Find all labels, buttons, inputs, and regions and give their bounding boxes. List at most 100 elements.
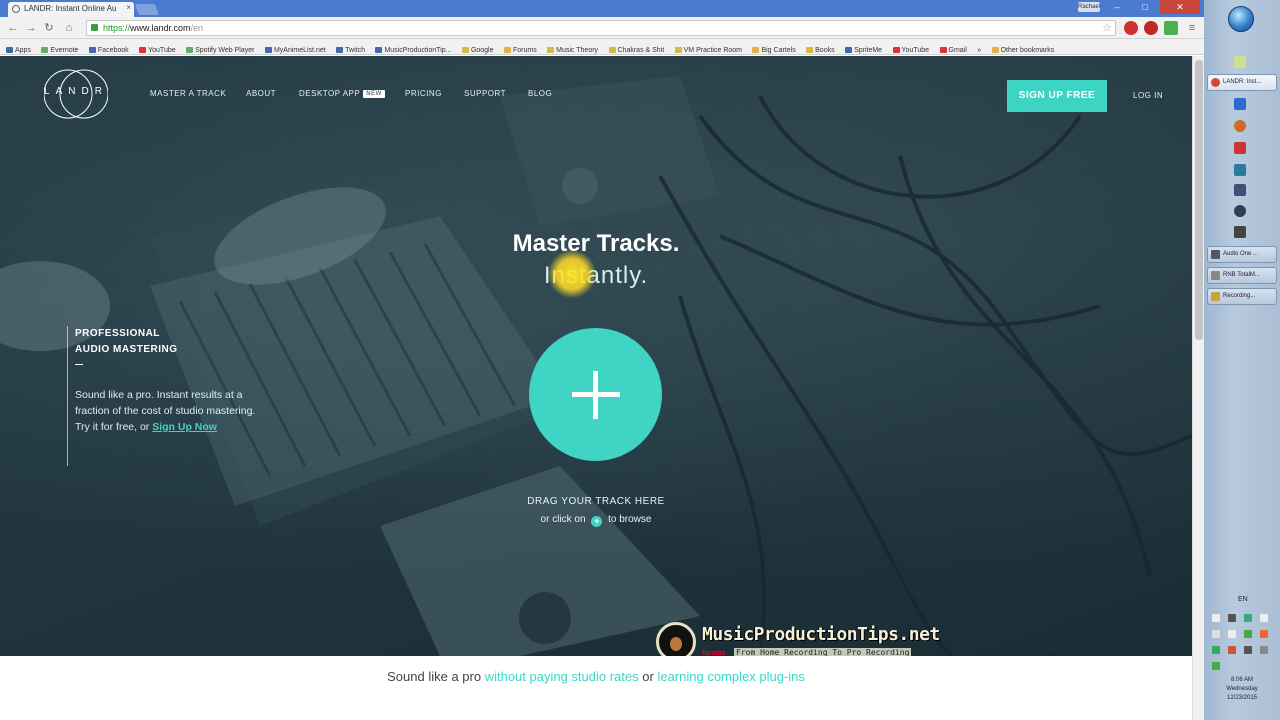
pinned-app-icon-5[interactable]	[1234, 184, 1246, 196]
nav-desktop-app[interactable]: DESKTOP APP NEW	[299, 89, 385, 98]
extension-icon-1[interactable]	[1124, 21, 1138, 35]
bookmark-chakras[interactable]: Chakras & Shit	[608, 43, 664, 54]
hero-headline: Master Tracks.	[512, 230, 680, 257]
bookmark-youtube[interactable]: YouTube	[139, 43, 176, 54]
pinned-app-icon-6[interactable]	[1234, 226, 1246, 238]
pinned-folder-icon[interactable]	[1234, 56, 1246, 68]
tray-icon-10[interactable]	[1228, 646, 1236, 654]
taskbar-item-recording[interactable]: Recording...	[1207, 288, 1277, 305]
extension-icon-2[interactable]	[1144, 21, 1158, 35]
pinned-app-icon-2[interactable]	[1234, 120, 1246, 132]
tray-icon-7[interactable]	[1244, 630, 1252, 638]
network-icon[interactable]	[1260, 646, 1268, 654]
address-bar[interactable]: https://www.landr.com/en	[86, 20, 1116, 36]
taskbar-item-rnb-totalm[interactable]: RNB TotalM...	[1207, 267, 1277, 284]
tray-icon-9[interactable]	[1212, 646, 1220, 654]
volume-icon[interactable]	[1244, 646, 1252, 654]
bookmark-vm-practice-room[interactable]: VM Practice Room	[674, 43, 742, 54]
bookmark-gmail[interactable]: Gmail	[939, 43, 967, 54]
browser-toolbar: ← → ↻ ⌂ https://www.landr.com/en ☆ ≡	[0, 17, 1204, 39]
reload-icon[interactable]: ↻	[42, 21, 56, 35]
tray-icon-2[interactable]	[1228, 614, 1236, 622]
forward-arrow-icon[interactable]: →	[24, 21, 38, 35]
close-window-button[interactable]: ✕	[1160, 0, 1200, 14]
extension-icon-3[interactable]	[1164, 21, 1178, 35]
menu-icon[interactable]: ≡	[1185, 21, 1199, 35]
nav-master-a-track[interactable]: MASTER A TRACK	[150, 89, 226, 98]
pinned-app-icon-4[interactable]	[1234, 164, 1246, 176]
bookmark-forums[interactable]: Forums	[503, 43, 537, 54]
windows-start-icon[interactable]	[1228, 6, 1254, 32]
intro-heading-line2: AUDIO MASTERING	[75, 344, 178, 355]
maximize-button[interactable]: □	[1132, 0, 1158, 14]
bookmark-apps[interactable]: Apps	[6, 43, 31, 54]
bookmark-spotify[interactable]: Spotify Web Player	[186, 43, 254, 54]
tab-title: LANDR: Instant Online Au	[24, 4, 117, 13]
tagline-highlight-2: learning complex plug-ins	[657, 669, 805, 684]
back-arrow-icon[interactable]: ←	[6, 21, 20, 35]
bookmark-big-cartels[interactable]: Big Cartels	[752, 43, 796, 54]
browse-plus-icon[interactable]: +	[591, 516, 603, 527]
new-tab-button[interactable]	[134, 4, 160, 15]
tray-icon-3[interactable]	[1244, 614, 1252, 622]
bookmark-star-icon[interactable]: ☆	[1100, 21, 1114, 35]
upload-track-button[interactable]	[529, 328, 662, 461]
bookmarks-bar: Apps Evernote Facebook YouTube Spotify W…	[0, 39, 1204, 55]
logo-wordmark: LANDR	[44, 86, 108, 97]
home-icon[interactable]: ⌂	[62, 21, 76, 35]
nav-support[interactable]: SUPPORT	[464, 89, 506, 98]
taskbar-clock[interactable]: 8:06 AM Wednesday 12/23/2015	[1208, 676, 1276, 703]
nav-desktop-app-label: DESKTOP APP	[299, 89, 361, 98]
url-host: www.landr.com	[130, 23, 191, 33]
lock-icon	[91, 24, 98, 31]
scrollbar-thumb[interactable]	[1195, 60, 1203, 340]
bookmark-musicproductiontips[interactable]: MusicProductionTip...	[375, 43, 451, 54]
tray-icon-4[interactable]	[1260, 614, 1268, 622]
profile-badge[interactable]: Rachael	[1078, 2, 1100, 12]
bookmark-myanimelist[interactable]: MyAnimeList.net	[264, 43, 326, 54]
tray-icon-11[interactable]	[1212, 662, 1220, 670]
bookmarks-overflow-button[interactable]: »	[977, 43, 981, 54]
tagline-part2: or	[642, 669, 654, 684]
tab-close-icon[interactable]: ×	[126, 3, 131, 12]
intro-body: Sound like a pro. Instant results at a f…	[75, 387, 257, 435]
tray-icon-8[interactable]	[1260, 630, 1268, 638]
bookmark-facebook[interactable]: Facebook	[88, 43, 129, 54]
tagline-part1: Sound like a pro	[387, 669, 482, 684]
bookmark-books[interactable]: Books	[806, 43, 835, 54]
pinned-app-icon-1[interactable]	[1234, 98, 1246, 110]
sign-up-now-link[interactable]: Sign Up Now	[152, 421, 217, 433]
bookmark-youtube-2[interactable]: YouTube	[892, 43, 929, 54]
landr-page: LANDR MASTER A TRACK ABOUT DESKTOP APP NE…	[0, 56, 1192, 720]
taskbar-item-audio-one[interactable]: Audio One ...	[1207, 246, 1277, 263]
bookmark-twitch[interactable]: Twitch	[336, 43, 365, 54]
nav-pricing[interactable]: PRICING	[405, 89, 442, 98]
bookmark-google[interactable]: Google	[461, 43, 494, 54]
log-in-link[interactable]: LOG IN	[1133, 91, 1163, 100]
url-scheme: https://	[103, 23, 131, 33]
bookmark-music-theory[interactable]: Music Theory	[547, 43, 598, 54]
browse-suffix: to browse	[608, 514, 652, 525]
minimize-button[interactable]: –	[1104, 0, 1130, 14]
taskbar-item-chrome[interactable]: LANDR: Inst...	[1207, 74, 1277, 91]
drag-track-label: DRAG YOUR TRACK HERE	[527, 496, 665, 507]
mouse-cursor-highlight	[548, 250, 596, 298]
new-badge: NEW	[363, 90, 385, 98]
bookmark-spriteme[interactable]: SpriteMe	[845, 43, 882, 54]
language-indicator[interactable]: EN	[1238, 596, 1248, 603]
bookmark-evernote[interactable]: Evernote	[41, 43, 78, 54]
tray-icon-5[interactable]	[1212, 630, 1220, 638]
bookmark-other[interactable]: Other bookmarks	[991, 43, 1054, 54]
tray-icon-1[interactable]	[1212, 614, 1220, 622]
tab-landr[interactable]: LANDR: Instant Online Au ×	[8, 2, 134, 17]
hero-section: LANDR MASTER A TRACK ABOUT DESKTOP APP NE…	[0, 56, 1192, 662]
intro-heading-line1: PROFESSIONAL	[75, 328, 160, 339]
landr-favicon-icon	[12, 5, 20, 13]
nav-blog[interactable]: BLOG	[528, 89, 552, 98]
page-scrollbar[interactable]	[1192, 56, 1204, 720]
tray-icon-6[interactable]	[1228, 630, 1236, 638]
nav-about[interactable]: ABOUT	[246, 89, 276, 98]
sign-up-free-button[interactable]: SIGN UP FREE	[1007, 80, 1107, 112]
pinned-app-icon-3[interactable]	[1234, 142, 1246, 154]
steam-icon[interactable]	[1234, 205, 1246, 217]
